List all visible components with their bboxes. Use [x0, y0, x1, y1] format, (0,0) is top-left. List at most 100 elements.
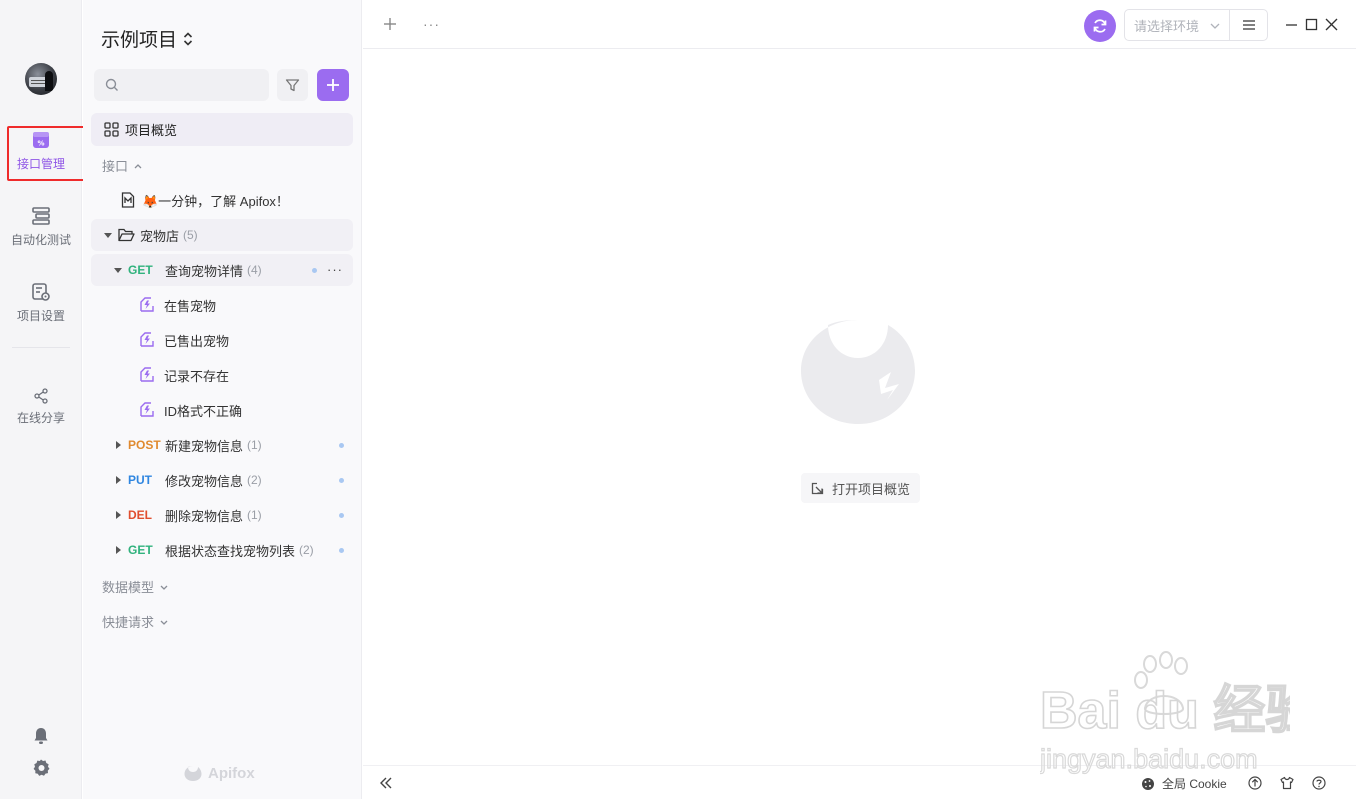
sync-button[interactable]	[1084, 10, 1116, 42]
test-case-icon	[140, 297, 154, 312]
empty-state-apifox-icon	[801, 320, 915, 424]
project-title: 示例项目	[101, 30, 178, 51]
open-overview-label: 打开项目概览	[832, 481, 911, 497]
cookie-icon	[1142, 777, 1154, 790]
doc-item[interactable]: 🦊一分钟，了解 Apifox！	[91, 184, 353, 216]
rail-item-automation-test[interactable]: 自动化测试	[0, 206, 82, 248]
shirt-theme-icon[interactable]	[1280, 776, 1294, 790]
rail-item-api-management[interactable]: % 接口管理	[0, 130, 82, 172]
endpoint-row[interactable]: POST 新建宠物信息 (1)	[91, 429, 353, 461]
method-badge: GET	[128, 543, 153, 557]
case-name: 已售出宠物	[164, 333, 230, 349]
rail-item-label: 自动化测试	[10, 233, 71, 247]
rail-item-online-share[interactable]: 在线分享	[0, 388, 82, 426]
project-overview-item[interactable]: 项目概览	[91, 113, 353, 146]
unsaved-dot	[312, 268, 317, 273]
more-tabs-icon[interactable]: ···	[423, 17, 440, 31]
case-name: 在售宠物	[164, 298, 217, 314]
endpoint-name: 查询宠物详情	[165, 263, 244, 279]
case-item[interactable]: 已售出宠物	[91, 324, 353, 356]
endpoint-count: (4)	[247, 263, 262, 277]
section-quick-label: 快捷请求	[102, 615, 155, 630]
close-icon[interactable]	[1325, 18, 1338, 31]
project-settings-icon	[32, 283, 50, 301]
more-icon[interactable]: ···	[327, 262, 343, 277]
status-bar: 全局 Cookie	[363, 765, 1356, 799]
folder-item[interactable]: 宠物店 (5)	[91, 219, 353, 251]
test-case-icon	[140, 332, 154, 347]
api-management-icon: %	[33, 132, 49, 148]
section-api-label: 接口	[102, 159, 129, 174]
endpoint-row[interactable]: GET 查询宠物详情 (4) ···	[91, 254, 353, 286]
method-badge: PUT	[128, 473, 152, 487]
rail-item-label: 接口管理	[16, 157, 65, 171]
caret-right-icon	[116, 546, 121, 554]
api-tree-sidebar: 示例项目 项目概览 接口 🦊一分钟，了解 Apifox！ 宠物店 (5) GET…	[83, 0, 362, 799]
maximize-icon[interactable]	[1305, 18, 1318, 31]
new-tab-plus-icon[interactable]	[383, 17, 397, 31]
folder-name: 宠物店	[140, 228, 180, 244]
search-icon	[105, 78, 118, 91]
open-overview-button[interactable]: 打开项目概览	[801, 473, 921, 503]
section-models-header[interactable]: 数据模型	[102, 577, 169, 596]
caret-down-icon	[104, 233, 112, 238]
doc-item-label: 🦊一分钟，了解 Apifox！	[142, 193, 289, 209]
case-name: ID格式不正确	[164, 403, 243, 419]
method-badge: DEL	[128, 508, 152, 522]
avatar[interactable]	[25, 63, 57, 95]
folder-open-icon	[118, 228, 135, 242]
brand-logo: Apifox	[183, 764, 255, 782]
search-input[interactable]	[124, 69, 264, 101]
endpoint-row[interactable]: DEL 删除宠物信息 (1)	[91, 499, 353, 531]
global-cookie-button[interactable]: 全局 Cookie	[1141, 775, 1227, 792]
upload-icon[interactable]	[1248, 776, 1262, 790]
test-case-icon	[140, 402, 154, 417]
environment-menu-button[interactable]	[1229, 9, 1268, 41]
case-item[interactable]: 在售宠物	[91, 289, 353, 321]
test-case-icon	[140, 367, 154, 382]
unsaved-dot	[339, 513, 344, 518]
section-quick-header[interactable]: 快捷请求	[102, 612, 169, 631]
endpoint-count: (2)	[299, 543, 314, 557]
chevron-up-icon	[134, 163, 142, 168]
add-button[interactable]	[317, 69, 349, 101]
endpoint-count: (2)	[247, 473, 262, 487]
open-external-icon	[811, 482, 824, 494]
environment-select[interactable]: 请选择环境	[1124, 9, 1230, 41]
chevron-down-icon	[160, 620, 168, 625]
section-api-header[interactable]: 接口	[102, 156, 143, 175]
plus-icon	[327, 79, 339, 91]
endpoint-name: 根据状态查找宠物列表	[165, 543, 296, 559]
minimize-icon[interactable]	[1285, 18, 1298, 31]
case-item[interactable]: 记录不存在	[91, 359, 353, 391]
overview-label: 项目概览	[125, 123, 178, 138]
case-item[interactable]: ID格式不正确	[91, 394, 353, 426]
caret-right-icon	[116, 476, 121, 484]
filter-button[interactable]	[277, 69, 308, 101]
endpoint-name: 修改宠物信息	[165, 473, 244, 489]
case-name: 记录不存在	[164, 368, 230, 384]
rail-item-project-settings[interactable]: 项目设置	[0, 282, 82, 324]
apifox-logo-icon	[184, 766, 202, 781]
top-bar: ··· 请选择环境	[363, 0, 1356, 49]
collapse-sidebar-icon[interactable]	[379, 776, 393, 790]
filter-icon	[285, 78, 300, 91]
chevron-down-icon	[160, 585, 168, 590]
search-box	[94, 69, 269, 101]
caret-right-icon	[116, 441, 121, 449]
left-rail: % 接口管理 自动化测试 项目设置 在线分享	[0, 0, 92, 799]
endpoint-row[interactable]: GET 根据状态查找宠物列表 (2)	[91, 534, 353, 566]
bell-icon[interactable]	[31, 726, 51, 746]
rail-divider	[12, 347, 70, 348]
project-switcher[interactable]: 示例项目	[101, 25, 193, 52]
section-models-label: 数据模型	[102, 580, 155, 595]
gear-icon[interactable]	[31, 758, 51, 778]
endpoint-row[interactable]: PUT 修改宠物信息 (2)	[91, 464, 353, 496]
unsaved-dot	[339, 443, 344, 448]
switch-arrows-icon	[183, 31, 193, 46]
help-icon[interactable]	[1312, 776, 1326, 790]
folder-count: (5)	[183, 228, 198, 242]
endpoint-count: (1)	[247, 508, 262, 522]
automation-test-icon	[32, 207, 50, 225]
share-icon	[34, 388, 48, 404]
